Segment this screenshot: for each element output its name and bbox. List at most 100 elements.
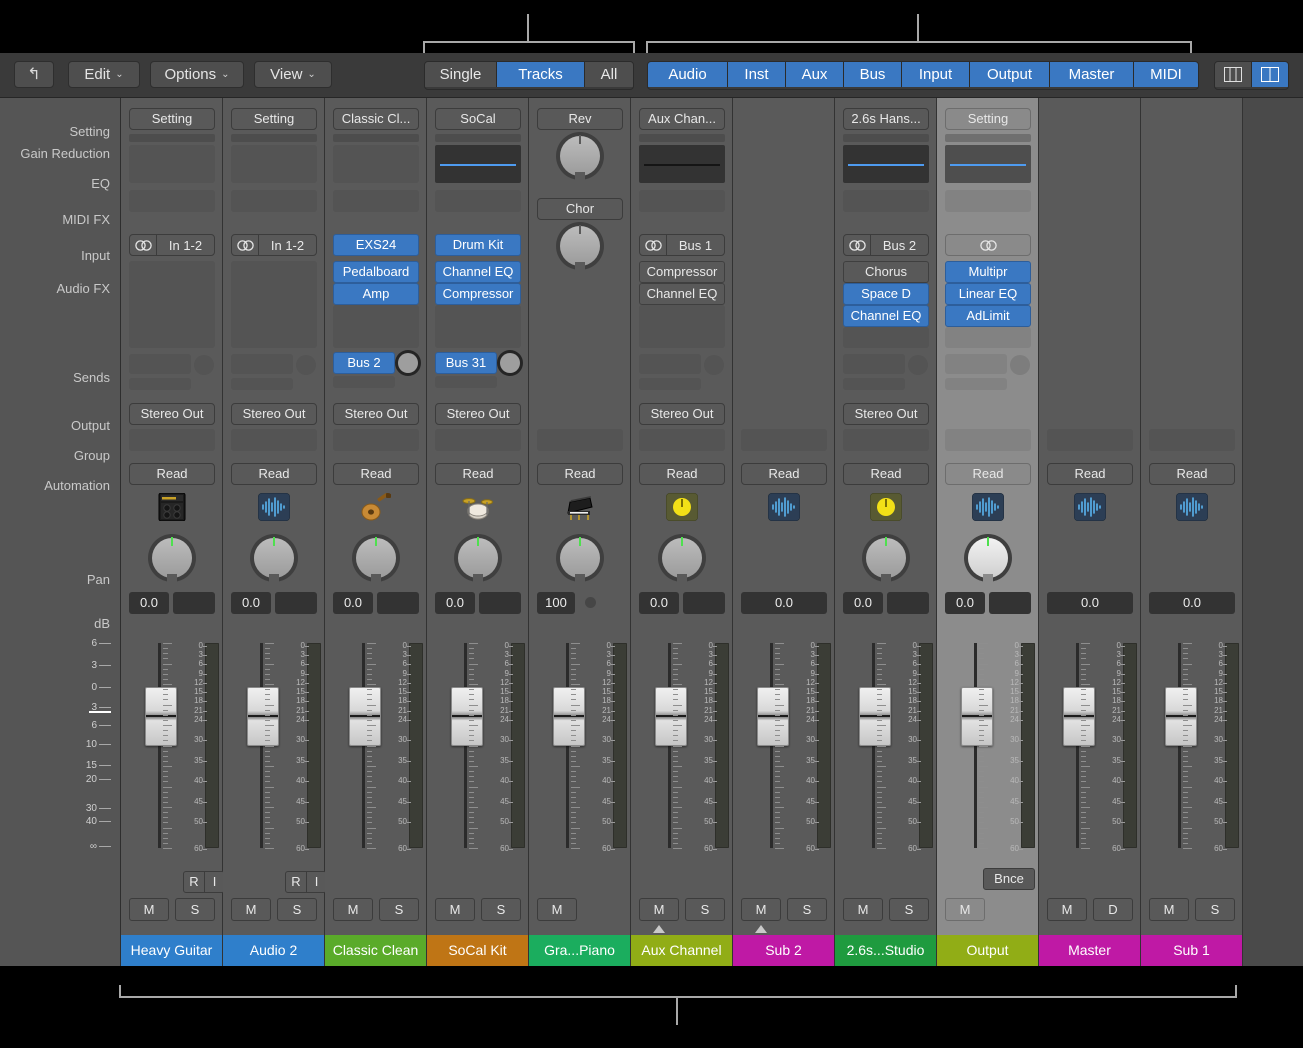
track-name-plate[interactable]: Sub 2 — [733, 935, 834, 966]
audio-fx-empty-slot[interactable] — [129, 261, 215, 348]
pan-knob[interactable] — [254, 538, 294, 578]
send-slot[interactable]: Bus 2 — [333, 352, 395, 374]
solo-button[interactable]: S — [175, 898, 215, 921]
mute-button[interactable]: M — [843, 898, 883, 921]
output-slot[interactable]: Stereo Out — [639, 403, 725, 425]
peak-value-field[interactable] — [377, 592, 419, 614]
solo-button[interactable]: S — [379, 898, 419, 921]
track-name-plate[interactable]: SoCal Kit — [427, 935, 528, 966]
automation-mode-button[interactable]: Read — [333, 463, 419, 485]
send-empty-slot[interactable] — [945, 378, 1007, 390]
channel-strip-aux-channel[interactable]: Aux Chan...Bus 1CompressorChannel EQSter… — [631, 98, 733, 966]
filter-midi[interactable]: MIDI — [1134, 62, 1198, 87]
pan-knob[interactable] — [356, 538, 396, 578]
filter-aux[interactable]: Aux — [786, 62, 844, 87]
audio-fx-empty-slot[interactable] — [435, 305, 521, 348]
audio-fx-slot[interactable]: Channel EQ — [639, 283, 725, 305]
send-empty-slot[interactable] — [129, 378, 191, 390]
audio-waveform-icon[interactable] — [258, 493, 290, 521]
group-slot[interactable] — [333, 429, 419, 451]
eq-thumbnail[interactable] — [231, 145, 317, 183]
setting-button[interactable]: Classic Cl... — [333, 108, 419, 130]
send-level-knob[interactable] — [704, 355, 724, 375]
setting-button[interactable]: Setting — [129, 108, 215, 130]
menu-edit[interactable]: Edit⌄ — [68, 61, 140, 88]
group-slot[interactable] — [537, 429, 623, 451]
automation-mode-button[interactable]: Read — [231, 463, 317, 485]
midi-fx-slot[interactable] — [435, 190, 521, 212]
instrument-slot[interactable]: Drum Kit — [435, 234, 521, 256]
send-level-knob[interactable] — [398, 353, 418, 373]
send-empty-slot[interactable] — [639, 378, 701, 390]
send-empty-slot[interactable] — [333, 376, 395, 388]
audio-fx-empty-slot[interactable] — [945, 327, 1031, 348]
guitar-icon[interactable] — [360, 493, 392, 521]
volume-value-field[interactable]: 0.0 — [129, 592, 169, 614]
audio-fx-slot[interactable]: AdLimit — [945, 305, 1031, 327]
setting-button[interactable]: Setting — [231, 108, 317, 130]
group-slot[interactable] — [1149, 429, 1235, 451]
setting-button[interactable]: Aux Chan... — [639, 108, 725, 130]
two-column-layout-icon[interactable] — [1252, 62, 1288, 87]
track-name-plate[interactable]: Output — [937, 935, 1038, 966]
view-mode-single[interactable]: Single — [425, 62, 497, 87]
midi-fx-slot[interactable] — [945, 190, 1031, 212]
track-name-plate[interactable]: Sub 1 — [1141, 935, 1242, 966]
channel-strip-socal-kit[interactable]: SoCalDrum KitChannel EQCompressorBus 31S… — [427, 98, 529, 966]
send-empty-slot[interactable] — [843, 378, 905, 390]
record-enable-button[interactable]: R — [184, 872, 205, 892]
aux-knob-icon[interactable] — [666, 493, 698, 521]
peak-value-field[interactable] — [683, 592, 725, 614]
volume-value-field[interactable]: 0.0 — [333, 592, 373, 614]
volume-value-field[interactable]: 0.0 — [1047, 592, 1133, 614]
channel-strip-gra-piano[interactable]: RevChorRead10003691215182124303540455060… — [529, 98, 631, 966]
instrument-slot[interactable]: EXS24 — [333, 234, 419, 256]
send-empty-slot[interactable] — [945, 354, 1007, 374]
channel-strip-output[interactable]: SettingMultiprLinear EQAdLimitRead0.0036… — [937, 98, 1039, 966]
audio-fx-slot[interactable]: Compressor — [435, 283, 521, 305]
expand-triangle-icon[interactable] — [755, 925, 767, 933]
automation-mode-button[interactable]: Read — [741, 463, 827, 485]
volume-value-field[interactable]: 0.0 — [843, 592, 883, 614]
track-name-plate[interactable]: Aux Channel — [631, 935, 732, 966]
volume-value-field[interactable]: 0.0 — [231, 592, 271, 614]
mute-button[interactable]: M — [945, 898, 985, 921]
three-column-layout-icon[interactable] — [1215, 62, 1252, 87]
channel-strip-classic-clean[interactable]: Classic Cl...EXS24PedalboardAmpBus 2Ster… — [325, 98, 427, 966]
setting-button[interactable]: SoCal — [435, 108, 521, 130]
input-slot[interactable]: Bus 1 — [639, 234, 725, 256]
audio-fx-slot[interactable]: Linear EQ — [945, 283, 1031, 305]
filter-input[interactable]: Input — [902, 62, 970, 87]
expand-triangle-icon[interactable] — [653, 925, 665, 933]
audio-fx-slot[interactable]: Pedalboard — [333, 261, 419, 283]
channel-filter-segmented-control[interactable]: AudioInstAuxBusInputOutputMasterMIDI — [647, 61, 1199, 90]
audio-fx-slot[interactable]: Channel EQ — [435, 261, 521, 283]
solo-button[interactable]: S — [481, 898, 521, 921]
output-slot[interactable]: Stereo Out — [843, 403, 929, 425]
pan-knob[interactable] — [152, 538, 192, 578]
mute-button[interactable]: M — [537, 898, 577, 921]
send-empty-slot[interactable] — [231, 378, 293, 390]
mute-button[interactable]: M — [333, 898, 373, 921]
pan-knob[interactable] — [458, 538, 498, 578]
peak-value-field[interactable] — [479, 592, 521, 614]
automation-mode-button[interactable]: Read — [129, 463, 215, 485]
solo-button[interactable]: S — [1195, 898, 1235, 921]
channel-strip-audio-2[interactable]: SettingIn 1-2Stereo OutRead0.00369121518… — [223, 98, 325, 966]
channel-strip-master[interactable]: Read0.003691215182124303540455060MDMaste… — [1039, 98, 1141, 966]
group-slot[interactable] — [741, 429, 827, 451]
volume-value-field[interactable]: 0.0 — [741, 592, 827, 614]
dim-button[interactable]: D — [1093, 898, 1133, 921]
eq-thumbnail[interactable] — [333, 145, 419, 183]
peak-value-field[interactable] — [173, 592, 215, 614]
eq-thumbnail[interactable] — [129, 145, 215, 183]
input-slot[interactable]: Bus 2 — [843, 234, 929, 256]
mute-button[interactable]: M — [1047, 898, 1087, 921]
filter-bus[interactable]: Bus — [844, 62, 902, 87]
track-name-plate[interactable]: 2.6s...Studio — [835, 935, 936, 966]
record-arm-group[interactable]: RI — [285, 871, 327, 893]
track-name-plate[interactable]: Audio 2 — [223, 935, 324, 966]
track-name-plate[interactable]: Classic Clean — [325, 935, 426, 966]
peak-value-field[interactable] — [887, 592, 929, 614]
midi-fx-slot[interactable] — [333, 190, 419, 212]
